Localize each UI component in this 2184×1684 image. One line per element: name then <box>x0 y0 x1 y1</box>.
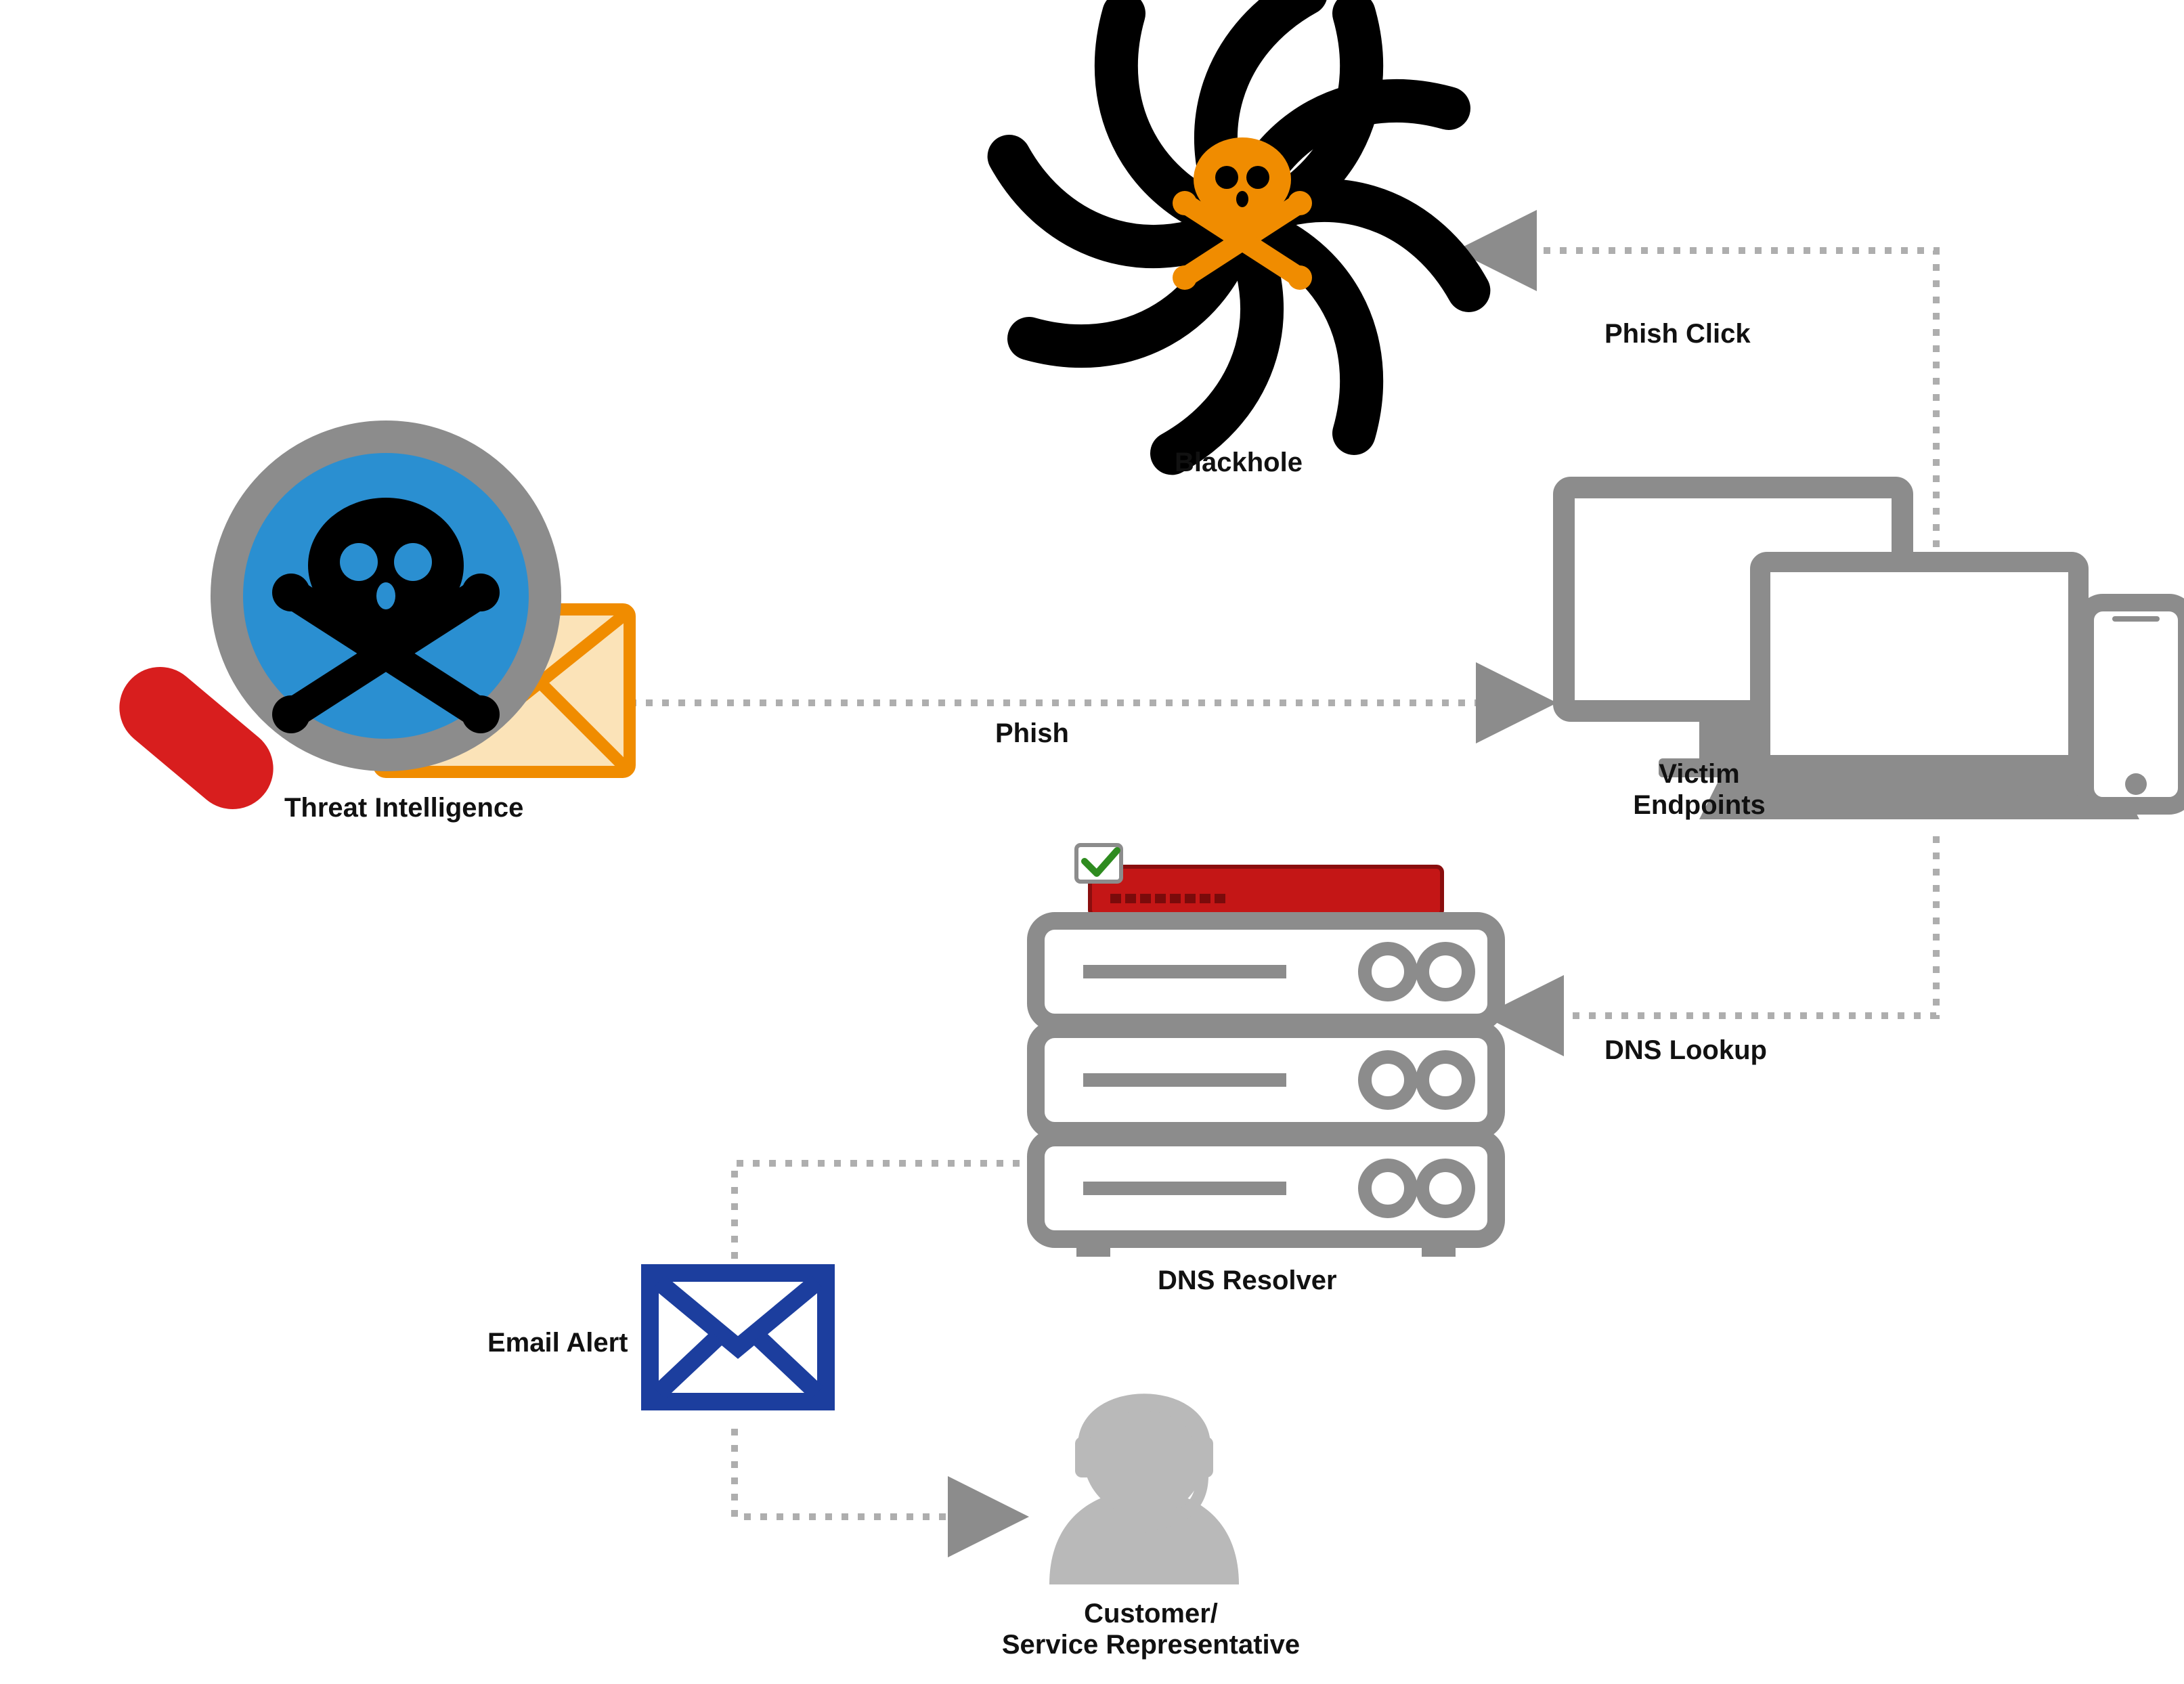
label-blackhole: Blackhole <box>1175 447 1303 478</box>
edge-email-to-csr <box>735 1429 1015 1517</box>
label-csr-l1: Customer/ <box>1084 1599 1218 1628</box>
label-edge-phish: Phish <box>995 718 1069 749</box>
edge-dns-lookup <box>1496 836 1936 1016</box>
edge-resolver-to-email <box>735 1163 1036 1273</box>
edge-phish-click <box>1469 251 1936 596</box>
label-threat-intelligence: Threat Intelligence <box>284 792 523 823</box>
label-csr-l2: Service Representative <box>1002 1630 1300 1660</box>
label-victim-l2: Endpoints <box>1633 790 1766 820</box>
overlay-svg <box>0 0 2184 1684</box>
threat-intelligence-icon <box>103 437 630 826</box>
label-dns-resolver: DNS Resolver <box>1158 1265 1337 1296</box>
label-victim-endpoints: Victim Endpoints <box>1625 758 1774 821</box>
label-csr: Customer/ Service Representative <box>995 1598 1307 1660</box>
label-victim-l1: Victim <box>1659 759 1739 789</box>
label-edge-dns-lookup: DNS Lookup <box>1604 1035 1767 1066</box>
csr-icon <box>1049 1395 1239 1584</box>
dns-resolver-icon <box>1036 845 1496 1257</box>
label-email-alert: Email Alert <box>487 1327 628 1358</box>
blackhole-icon <box>1004 0 1475 458</box>
diagram-canvas: Threat Intelligence Blackhole Victim End… <box>0 0 2184 1684</box>
label-edge-phish-click: Phish Click <box>1604 318 1751 349</box>
email-alert-icon <box>650 1273 826 1402</box>
